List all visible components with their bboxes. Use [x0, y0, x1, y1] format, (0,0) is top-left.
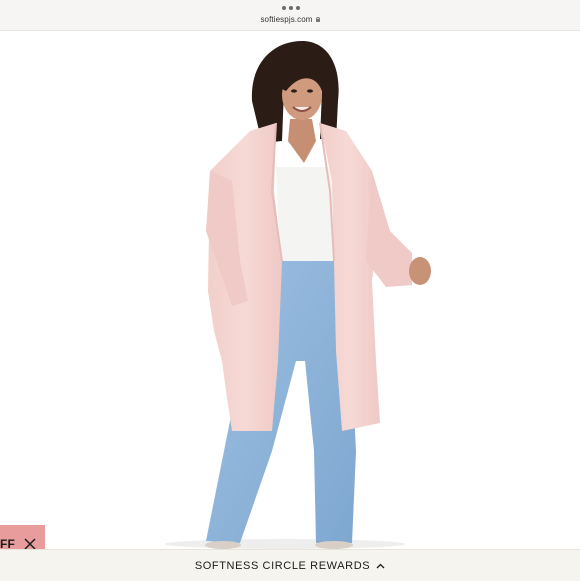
chevron-up-icon	[376, 563, 385, 568]
browser-address-bar: softiespjs.com	[0, 0, 580, 31]
lock-icon	[315, 16, 321, 22]
url-label: softiespjs.com	[260, 15, 313, 24]
rewards-bar[interactable]: SOFTNESS CIRCLE REWARDS	[0, 549, 580, 581]
more-dots-icon[interactable]	[282, 6, 300, 10]
url-text[interactable]: softiespjs.com	[0, 15, 580, 24]
product-photo	[0, 31, 580, 549]
rewards-bar-label: SOFTNESS CIRCLE REWARDS	[194, 559, 371, 572]
white-top-shape	[276, 167, 334, 261]
